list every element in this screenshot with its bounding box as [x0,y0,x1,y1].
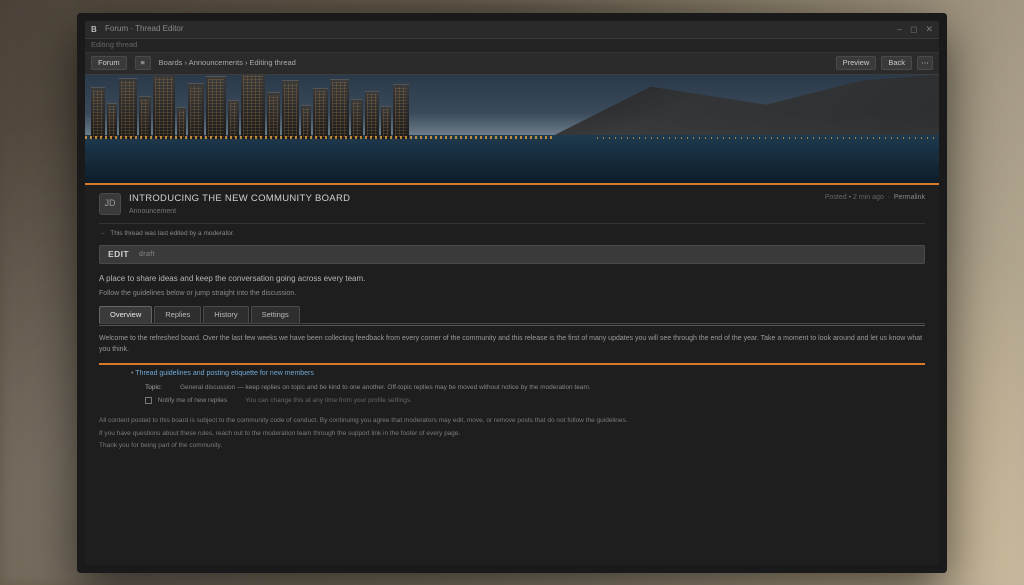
tabs-underline [99,325,925,326]
window-title: Forum · Thread Editor [105,24,184,35]
avatar[interactable]: JD [99,193,121,215]
app-badge-icon: B [91,25,99,33]
notify-label: Notify me of new replies [158,397,227,404]
footer-p1: All content posted to this board is subj… [99,416,925,426]
edit-notice: This thread was last edited by a moderat… [99,230,925,239]
tab-replies[interactable]: Replies [154,306,201,323]
home-button[interactable]: Forum [91,56,127,70]
post-header: JD INTRODUCING THE NEW COMMUNITY BOARD A… [99,193,925,224]
notify-row: Notify me of new replies You can change … [99,397,925,406]
guideline-link-row: Thread guidelines and posting etiquette … [99,369,925,380]
browser-tab[interactable]: Editing thread [91,40,137,50]
edit-hint: draft [139,250,155,259]
footer-p2: If you have questions about these rules,… [99,429,925,439]
footer-text: All content posted to this board is subj… [99,416,925,451]
page-body: JD INTRODUCING THE NEW COMMUNITY BOARD A… [85,185,939,462]
notify-checkbox[interactable] [145,397,152,404]
lead-subtext: Follow the guidelines below or jump stra… [99,289,925,298]
lead-text: A place to share ideas and keep the conv… [99,274,925,285]
tab-overview[interactable]: Overview [99,306,152,323]
page-toolbar: Forum ≡ Boards › Announcements › Editing… [85,53,939,75]
window-minimize-button[interactable]: – [897,23,902,35]
notify-note: You can change this at any time from you… [245,397,412,406]
tab-history[interactable]: History [203,306,248,323]
guidelines-link[interactable]: Thread guidelines and posting etiquette … [135,370,314,377]
window-close-button[interactable]: ✕ [925,23,933,35]
topic-label: Topic: [145,384,162,393]
back-button[interactable]: Back [881,56,912,70]
menu-icon[interactable]: ≡ [135,56,151,70]
screen: B Forum · Thread Editor – ◻ ✕ Editing th… [85,21,939,565]
edit-bar[interactable]: EDIT draft [99,245,925,264]
window-titlebar: B Forum · Thread Editor – ◻ ✕ [85,21,939,39]
intro-paragraph: Welcome to the refreshed board. Over the… [99,334,925,355]
tab-settings[interactable]: Settings [251,306,300,323]
topic-row: Topic: General discussion — keep replies… [99,384,925,393]
permalink[interactable]: Permalink [894,194,925,201]
post-meta: Posted • 2 min ago · Permalink [825,193,925,202]
topic-text: General discussion — keep replies on top… [180,384,591,393]
post-timestamp: Posted • 2 min ago [825,194,884,201]
post-title: INTRODUCING THE NEW COMMUNITY BOARD [129,193,817,206]
breadcrumb[interactable]: Boards › Announcements › Editing thread [159,58,296,68]
browser-tabbar: Editing thread [85,39,939,53]
accent-divider [99,363,925,365]
preview-button[interactable]: Preview [836,56,877,70]
edit-label: EDIT [108,249,129,260]
window-maximize-button[interactable]: ◻ [910,23,917,35]
monitor-frame: B Forum · Thread Editor – ◻ ✕ Editing th… [77,13,947,573]
hero-banner [85,75,939,185]
footer-p3: Thank you for being part of the communit… [99,441,925,451]
more-button[interactable]: ⋯ [917,56,933,70]
content-tabs: Overview Replies History Settings [99,306,925,324]
post-subtitle: Announcement [129,207,817,216]
